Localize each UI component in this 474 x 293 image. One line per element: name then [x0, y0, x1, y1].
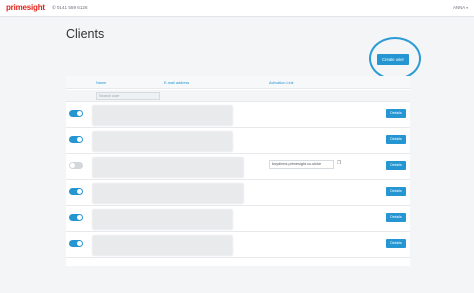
- active-toggle[interactable]: [69, 110, 83, 117]
- search-user-input[interactable]: [96, 92, 160, 100]
- table-row: Details: [66, 102, 410, 128]
- table-row: buydirect.primesight.co.uk/ke ❐ Details: [66, 154, 410, 180]
- details-button[interactable]: Details: [386, 135, 406, 144]
- activation-link-field[interactable]: buydirect.primesight.co.uk/ke: [269, 160, 334, 169]
- details-button[interactable]: Details: [386, 213, 406, 222]
- table-row: Details: [66, 206, 410, 232]
- redacted-user-info: [92, 209, 233, 230]
- user-name: ANNA: [452, 5, 466, 10]
- clients-table: Name E-mail address Activation Link Deta…: [66, 76, 410, 266]
- toggle-knob: [77, 189, 82, 194]
- phone-text: 0141 559 6126: [56, 5, 88, 10]
- copy-link-icon[interactable]: ❐: [337, 160, 341, 166]
- toggle-knob: [77, 137, 82, 142]
- redacted-user-info: [92, 235, 233, 256]
- toggle-knob: [77, 241, 82, 246]
- table-header: Name E-mail address Activation Link: [66, 76, 410, 89]
- table-row: Details: [66, 180, 410, 206]
- top-bar: primesight ✆0141 559 6126 ANNA▾: [0, 0, 474, 17]
- active-toggle[interactable]: [69, 214, 83, 221]
- primesight-logo[interactable]: primesight: [6, 3, 45, 12]
- column-header-activation-link[interactable]: Activation Link: [269, 81, 293, 85]
- active-toggle[interactable]: [69, 188, 83, 195]
- create-user-button[interactable]: Create user: [377, 54, 409, 65]
- column-header-name[interactable]: Name: [96, 81, 106, 85]
- user-menu[interactable]: ANNA▾: [453, 5, 468, 10]
- table-row: Details: [66, 232, 410, 258]
- chevron-down-icon: ▾: [466, 6, 468, 10]
- page-title: Clients: [66, 27, 105, 41]
- details-button[interactable]: Details: [386, 161, 406, 170]
- phone-icon: ✆: [52, 5, 56, 10]
- phone-number: ✆0141 559 6126: [52, 5, 88, 11]
- toggle-knob: [70, 163, 75, 168]
- inactive-toggle[interactable]: [69, 162, 83, 169]
- details-button[interactable]: Details: [386, 239, 406, 248]
- active-toggle[interactable]: [69, 240, 83, 247]
- toggle-knob: [77, 215, 82, 220]
- toggle-knob: [77, 111, 82, 116]
- active-toggle[interactable]: [69, 136, 83, 143]
- redacted-user-info: [92, 131, 233, 152]
- details-button[interactable]: Details: [386, 187, 406, 196]
- redacted-user-info: [92, 157, 244, 178]
- redacted-user-info: [92, 183, 244, 204]
- redacted-user-info: [92, 105, 233, 126]
- filter-row: [66, 90, 410, 102]
- column-header-email[interactable]: E-mail address: [164, 81, 189, 85]
- table-row: Details: [66, 128, 410, 154]
- details-button[interactable]: Details: [386, 109, 406, 118]
